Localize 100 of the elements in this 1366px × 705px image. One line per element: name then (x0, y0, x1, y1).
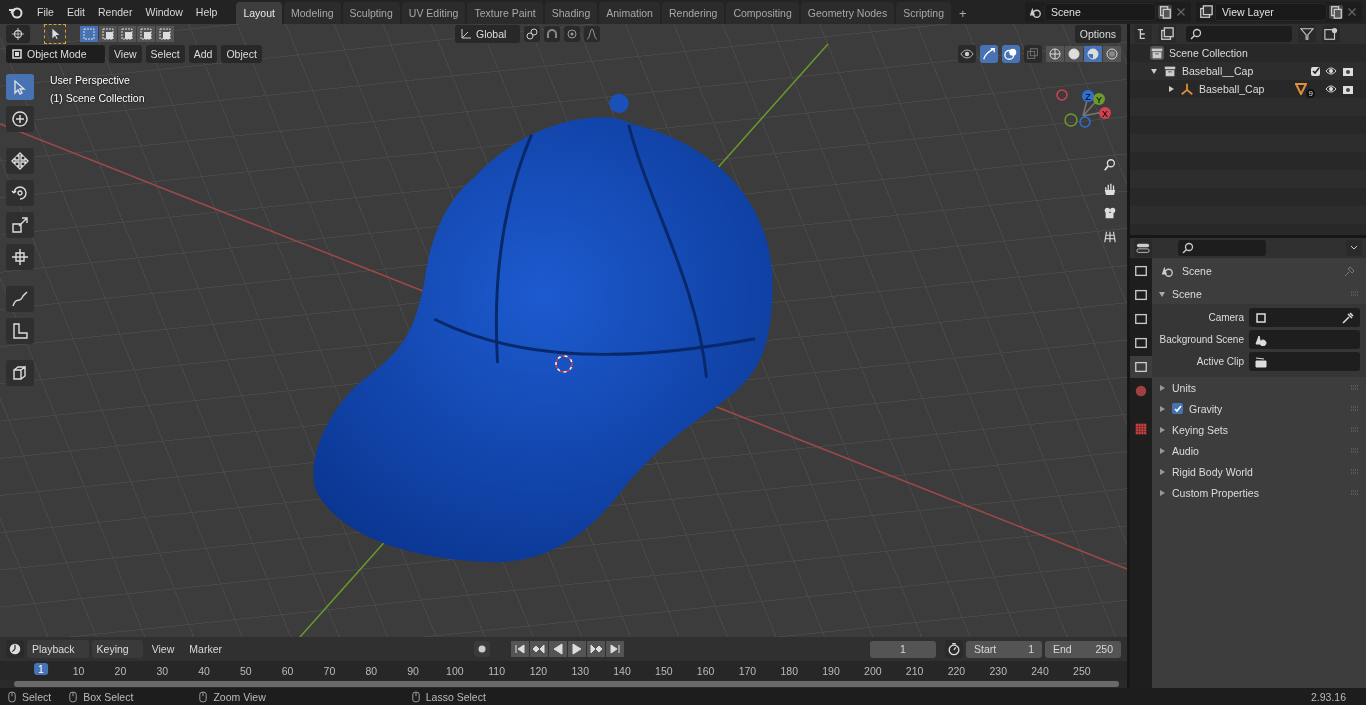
eye-icon[interactable] (958, 45, 976, 63)
cursor-icon[interactable] (11, 110, 29, 128)
triangle-icon[interactable] (1295, 83, 1308, 95)
hand-icon[interactable] (1103, 182, 1117, 196)
play-icon[interactable] (568, 641, 586, 657)
workspace-tab[interactable]: Animation (599, 2, 660, 24)
orientation-dropdown[interactable]: Global (455, 25, 521, 43)
gizmo-toggle-icon[interactable] (980, 45, 998, 63)
expand-arrow-icon[interactable] (1158, 467, 1166, 476)
workspace-tab[interactable]: Texture Paint (467, 2, 543, 24)
end-frame-value[interactable]: 250 (1095, 643, 1113, 655)
image-stack-icon[interactable] (1199, 5, 1213, 19)
expand-arrow-icon[interactable] (1158, 488, 1166, 497)
tool-button[interactable] (6, 244, 34, 270)
expand-arrow-icon[interactable] (1158, 446, 1166, 455)
square-icon[interactable] (1255, 311, 1267, 324)
tree-icon[interactable] (1134, 25, 1152, 43)
panel-title[interactable]: Custom Properties (1172, 486, 1259, 499)
grid-icon[interactable] (1103, 230, 1117, 244)
camera-icon[interactable] (1103, 206, 1117, 220)
search-icon[interactable] (1182, 242, 1194, 254)
eyedropper-icon[interactable] (1342, 311, 1354, 324)
add-workspace-button[interactable]: + (953, 3, 973, 24)
object-square-icon[interactable] (11, 48, 23, 60)
copy-icon[interactable] (1158, 5, 1172, 19)
outliner-item[interactable]: Baseball__Cap (1182, 65, 1254, 77)
caret-icon[interactable] (1346, 240, 1362, 256)
panel-title[interactable]: Units (1172, 381, 1196, 394)
tool-button[interactable] (6, 180, 34, 206)
crosshair-icon[interactable] (11, 27, 25, 41)
drag-handle-icon[interactable] (1350, 426, 1360, 433)
rotate-icon[interactable] (11, 184, 29, 202)
menu-item[interactable]: File (31, 6, 60, 18)
toggle-switch-icon[interactable] (1134, 239, 1152, 257)
pointer-icon[interactable] (11, 78, 29, 96)
viewport-menu[interactable]: View (109, 45, 142, 63)
filter-icon[interactable] (1298, 25, 1316, 43)
axes-icon[interactable] (460, 28, 472, 40)
editor-type-button[interactable] (6, 25, 30, 43)
expand-arrow-icon[interactable] (1158, 289, 1166, 298)
drag-handle-icon[interactable] (1350, 489, 1360, 496)
menu-item[interactable]: Render (92, 6, 139, 18)
drag-handle-icon[interactable] (1350, 468, 1360, 475)
panel-checkbox[interactable] (1172, 403, 1183, 414)
camera-icon[interactable] (1342, 83, 1354, 95)
panel-title[interactable]: Rigid Body World (1172, 465, 1253, 478)
expand-arrow-icon[interactable] (1158, 383, 1166, 392)
falloff-curve-icon[interactable] (584, 26, 601, 42)
workspace-tab[interactable]: UV Editing (401, 2, 466, 24)
workspace-tab[interactable]: Geometry Nodes (800, 2, 895, 24)
menu-item[interactable]: Edit (60, 6, 91, 18)
image-stack-icon[interactable] (1158, 25, 1176, 43)
menu-item[interactable]: Help (189, 6, 224, 18)
record-icon[interactable] (474, 641, 490, 657)
panel-title[interactable]: Keying Sets (1172, 423, 1229, 436)
eye-icon[interactable] (1325, 65, 1337, 77)
timeline-menu[interactable]: Marker (183, 643, 228, 655)
outliner-item[interactable]: Baseball_Cap (1199, 83, 1265, 95)
proportional-edit-icon[interactable] (564, 26, 581, 42)
snap-magnet-icon[interactable] (544, 26, 561, 42)
workspace-tab[interactable]: Layout (236, 2, 282, 24)
pin-icon[interactable] (1344, 264, 1356, 277)
scrollbar[interactable] (14, 681, 1119, 687)
prev-keyframe-icon[interactable] (530, 641, 548, 657)
panel-title[interactable]: Scene (1172, 287, 1202, 300)
viewport-menu[interactable]: Object (221, 45, 262, 63)
play-reverse-icon[interactable] (549, 641, 567, 657)
workspace-tab[interactable]: Shading (544, 2, 598, 24)
add-cube-icon[interactable] (11, 364, 29, 382)
zoom-icon[interactable] (1103, 158, 1117, 172)
tool-button[interactable] (6, 212, 34, 238)
drag-handle-icon[interactable] (1350, 290, 1360, 297)
clock-icon[interactable] (6, 640, 24, 658)
workspace-tab[interactable]: Rendering (661, 2, 725, 24)
viewport-menu[interactable]: Select (145, 45, 185, 63)
tool-button[interactable] (6, 360, 34, 386)
datablock-field[interactable] (1249, 330, 1360, 349)
jump-end-icon[interactable] (606, 641, 624, 657)
workspace-tab[interactable]: Sculpting (342, 2, 400, 24)
outliner-item[interactable]: Scene Collection (1169, 47, 1248, 59)
clapper-icon[interactable] (1255, 355, 1267, 368)
mode-dropdown[interactable]: Object Mode (6, 45, 105, 63)
search-icon[interactable] (1190, 28, 1202, 40)
options-dropdown[interactable]: Options (1074, 25, 1121, 43)
camera-icon[interactable] (1342, 65, 1354, 77)
expand-arrow-icon[interactable] (1158, 404, 1166, 413)
tool-button[interactable] (6, 286, 34, 312)
timeline-menu[interactable]: View (145, 643, 181, 655)
transform-icon[interactable] (11, 248, 29, 266)
navigation-gizmo-drawing[interactable]: Z Y X (1051, 86, 1121, 142)
exclude-checkbox[interactable] (1311, 66, 1320, 76)
annotate-icon[interactable] (11, 290, 29, 308)
viewport-menu[interactable]: Add (188, 45, 218, 63)
copy-icon[interactable] (1329, 5, 1343, 19)
workspace-tab[interactable]: Compositing (726, 2, 799, 24)
new-collection-icon[interactable] (1322, 25, 1340, 43)
expand-arrow-icon[interactable] (1158, 425, 1166, 434)
datablock-field[interactable] (1249, 352, 1360, 371)
tool-button[interactable] (6, 318, 34, 344)
tool-button[interactable] (6, 148, 34, 174)
